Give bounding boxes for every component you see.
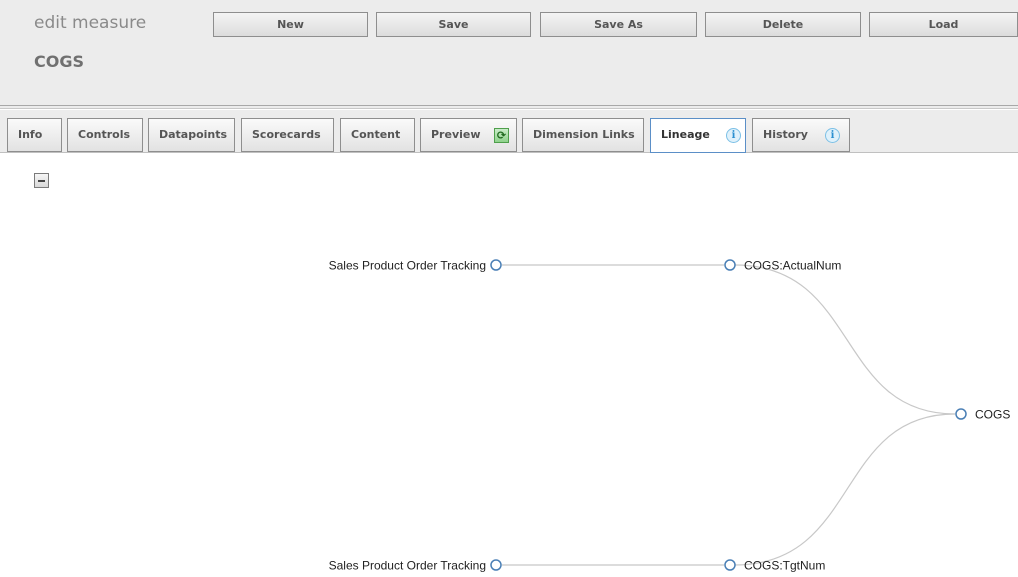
lineage-node[interactable] xyxy=(490,259,502,271)
source-label: Sales Product Order Tracking xyxy=(329,559,486,573)
measure-label: COGS xyxy=(975,408,1010,422)
lineage-node[interactable] xyxy=(724,559,736,571)
lineage-node[interactable] xyxy=(724,259,736,271)
source-label: Sales Product Order Tracking xyxy=(329,259,486,273)
lineage-link xyxy=(734,264,956,415)
field-label: COGS:ActualNum xyxy=(744,259,841,273)
lineage-graph: Sales Product Order Tracking Sales Produ… xyxy=(329,259,1011,573)
field-label: COGS:TgtNum xyxy=(744,559,825,573)
lineage-node[interactable] xyxy=(490,559,502,571)
lineage-link xyxy=(734,413,956,566)
lineage-node[interactable] xyxy=(955,408,967,420)
